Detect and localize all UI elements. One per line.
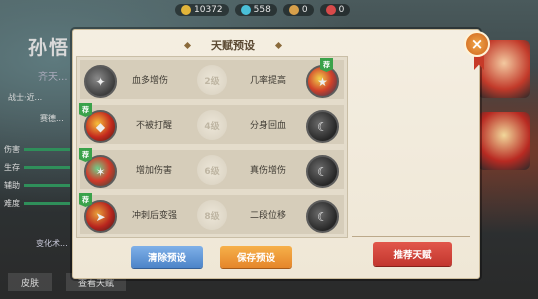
ticket-counter[interactable]: 0	[282, 4, 314, 16]
recommend-tag: 荐	[79, 103, 92, 117]
stat-label: 生存	[4, 162, 20, 172]
talent-list: ✦ 血多增伤 2级 几率提高 ★ 荐 ◆ 荐 不被打醒 4级 分身回血 ☾ ✶ …	[76, 56, 348, 238]
recommend-tag: 荐	[79, 148, 92, 162]
stat-row: 难度	[0, 194, 70, 212]
talent-level: 8级	[197, 200, 227, 230]
divider	[352, 236, 470, 237]
clone-heal-icon[interactable]: ☾	[306, 110, 339, 143]
currency-bar: 10372 558 0 0	[175, 0, 351, 20]
dialog-title: 天赋预设	[183, 37, 283, 53]
heart-value: 0	[338, 5, 345, 15]
save-preset-button[interactable]: 保存预设	[220, 246, 292, 268]
talent-level: 2级	[197, 65, 227, 95]
talent-option-left[interactable]: 冲刺后变强	[132, 195, 177, 234]
recommend-tag: 荐	[320, 58, 333, 72]
talent-option-left[interactable]: 血多增伤	[132, 60, 168, 99]
talent-option-right[interactable]: 真伤增伤	[250, 150, 286, 189]
talent-row: ✦ 血多增伤 2级 几率提高 ★ 荐	[80, 58, 344, 99]
hero-stats-panel: 伤害 生存 辅助 难度	[0, 140, 70, 212]
skill-note: 变化术...	[36, 239, 68, 248]
skin-name: 赛德...	[40, 114, 64, 123]
stat-row: 伤害	[0, 140, 70, 158]
talent-option-left[interactable]: 不被打醒	[136, 105, 172, 144]
heart-icon	[325, 5, 336, 15]
stat-bar	[24, 201, 70, 205]
talent-row: ✶ 荐 增加伤害 6级 真伤增伤 ☾	[79, 148, 344, 189]
stat-bar	[24, 147, 70, 151]
talent-option-left[interactable]: 增加伤害	[136, 150, 172, 189]
gold-counter[interactable]: 10372	[175, 4, 229, 16]
close-button[interactable]: ×	[464, 31, 490, 57]
recommend-talent-button[interactable]: 推荐天赋	[373, 242, 452, 266]
talent-row: ➤ 荐 冲刺后变强 8级 二段位移 ☾	[79, 193, 344, 234]
hero-role-tag: 战士·近...	[8, 93, 43, 102]
stat-row: 生存	[0, 158, 70, 176]
gold-value: 10372	[194, 5, 223, 15]
talent-option-right[interactable]: 几率提高	[250, 60, 286, 99]
sword-icon[interactable]: ✦	[84, 65, 117, 98]
ticket-icon	[288, 5, 299, 15]
stat-label: 难度	[4, 198, 20, 208]
gem-value: 558	[253, 5, 271, 15]
heart-counter[interactable]: 0	[319, 4, 351, 16]
hero-portrait[interactable]	[478, 112, 530, 170]
talent-option-right[interactable]: 二段位移	[250, 195, 286, 234]
talent-row: ◆ 荐 不被打醒 4级 分身回血 ☾	[79, 103, 344, 144]
talent-level: 4级	[197, 110, 227, 140]
stat-bar	[24, 165, 70, 169]
recommend-tag: 荐	[79, 193, 92, 207]
gold-coin-icon	[181, 5, 191, 15]
hero-subtitle: 齐天...	[38, 72, 68, 83]
stat-label: 伤害	[4, 144, 20, 154]
talent-level: 6级	[197, 155, 227, 185]
true-damage-icon[interactable]: ☾	[306, 155, 339, 188]
talent-option-right[interactable]: 分身回血	[250, 105, 286, 144]
tab-skin[interactable]: 皮肤	[8, 273, 52, 291]
stat-row: 辅助	[0, 176, 70, 194]
clear-preset-button[interactable]: 清除预设	[131, 246, 203, 268]
hero-name: 孙悟	[28, 37, 71, 59]
gem-icon	[240, 5, 251, 15]
stat-bar	[24, 183, 70, 187]
stat-label: 辅助	[4, 180, 20, 190]
ticket-value: 0	[301, 5, 308, 15]
double-dash-icon[interactable]: ☾	[306, 200, 339, 233]
gem-counter[interactable]: 558	[234, 4, 277, 16]
